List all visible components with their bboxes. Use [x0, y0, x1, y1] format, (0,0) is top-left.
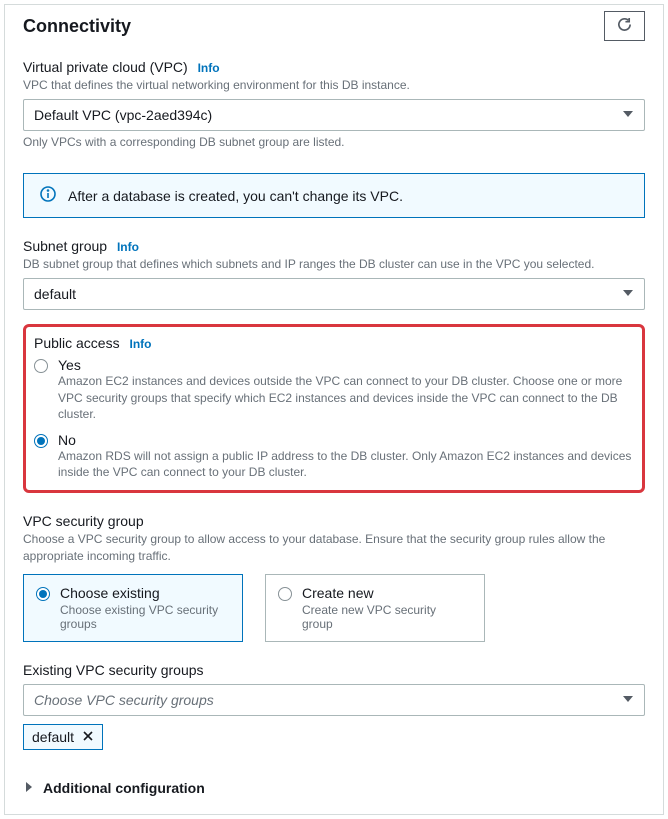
sg-choose-existing-card[interactable]: Choose existing Choose existing VPC secu…	[23, 574, 243, 642]
existing-sg-select[interactable]: Choose VPC security groups	[23, 684, 645, 716]
refresh-button[interactable]	[604, 11, 645, 41]
vpc-change-alert: After a database is created, you can't c…	[23, 173, 645, 218]
sg-create-new-title: Create new	[302, 585, 470, 601]
alert-text: After a database is created, you can't c…	[68, 188, 403, 204]
sg-create-new-desc: Create new VPC security group	[302, 603, 470, 631]
radio-yes-desc: Amazon EC2 instances and devices outside…	[58, 373, 634, 422]
radio-create-new[interactable]	[278, 587, 292, 601]
subnet-description: DB subnet group that defines which subne…	[23, 256, 645, 272]
subnet-field: Subnet group Info DB subnet group that d…	[23, 238, 645, 310]
radio-no-desc: Amazon RDS will not assign a public IP a…	[58, 448, 634, 480]
radio-yes-label: Yes	[58, 357, 634, 373]
close-icon[interactable]	[82, 729, 94, 745]
radio-no-label: No	[58, 432, 634, 448]
additional-config-label: Additional configuration	[43, 780, 205, 796]
vpc-label: Virtual private cloud (VPC)	[23, 59, 188, 75]
radio-no[interactable]	[34, 434, 48, 448]
sg-create-new-card[interactable]: Create new Create new VPC security group	[265, 574, 485, 642]
caret-down-icon	[622, 107, 634, 123]
caret-right-icon	[23, 780, 35, 796]
vpc-info-link[interactable]: Info	[198, 61, 220, 75]
public-access-label: Public access	[34, 335, 120, 351]
sg-label: VPC security group	[23, 513, 645, 529]
sg-token-default: default	[23, 724, 103, 750]
public-access-info-link[interactable]: Info	[129, 337, 151, 351]
radio-choose-existing[interactable]	[36, 587, 50, 601]
subnet-label: Subnet group	[23, 238, 107, 254]
existing-sg-placeholder: Choose VPC security groups	[34, 692, 214, 708]
sg-token-label: default	[32, 729, 74, 745]
existing-sg-label: Existing VPC security groups	[23, 662, 645, 678]
sg-field: VPC security group Choose a VPC security…	[23, 513, 645, 641]
sg-choose-existing-desc: Choose existing VPC security groups	[60, 603, 228, 631]
vpc-description: VPC that defines the virtual networking …	[23, 77, 645, 93]
caret-down-icon	[622, 286, 634, 302]
public-access-no-row[interactable]: No Amazon RDS will not assign a public I…	[34, 432, 634, 480]
subnet-info-link[interactable]: Info	[117, 240, 139, 254]
vpc-select-value: Default VPC (vpc-2aed394c)	[34, 107, 212, 123]
subnet-select-value: default	[34, 286, 76, 302]
vpc-field: Virtual private cloud (VPC) Info VPC tha…	[23, 59, 645, 149]
subnet-select[interactable]: default	[23, 278, 645, 310]
sg-choose-existing-title: Choose existing	[60, 585, 228, 601]
public-access-highlight: Public access Info Yes Amazon EC2 instan…	[23, 324, 645, 493]
panel-title: Connectivity	[23, 16, 131, 37]
radio-yes[interactable]	[34, 359, 48, 373]
info-icon	[40, 186, 56, 205]
vpc-hint: Only VPCs with a corresponding DB subnet…	[23, 135, 645, 149]
refresh-icon	[617, 17, 632, 35]
public-access-yes-row[interactable]: Yes Amazon EC2 instances and devices out…	[34, 357, 634, 422]
additional-config-expander[interactable]: Additional configuration	[23, 776, 645, 796]
sg-description: Choose a VPC security group to allow acc…	[23, 531, 645, 563]
connectivity-panel: Connectivity Virtual private cloud (VPC)…	[4, 4, 664, 815]
existing-sg-field: Existing VPC security groups Choose VPC …	[23, 662, 645, 750]
panel-header: Connectivity	[5, 5, 663, 59]
caret-down-icon	[622, 692, 634, 708]
vpc-select[interactable]: Default VPC (vpc-2aed394c)	[23, 99, 645, 131]
